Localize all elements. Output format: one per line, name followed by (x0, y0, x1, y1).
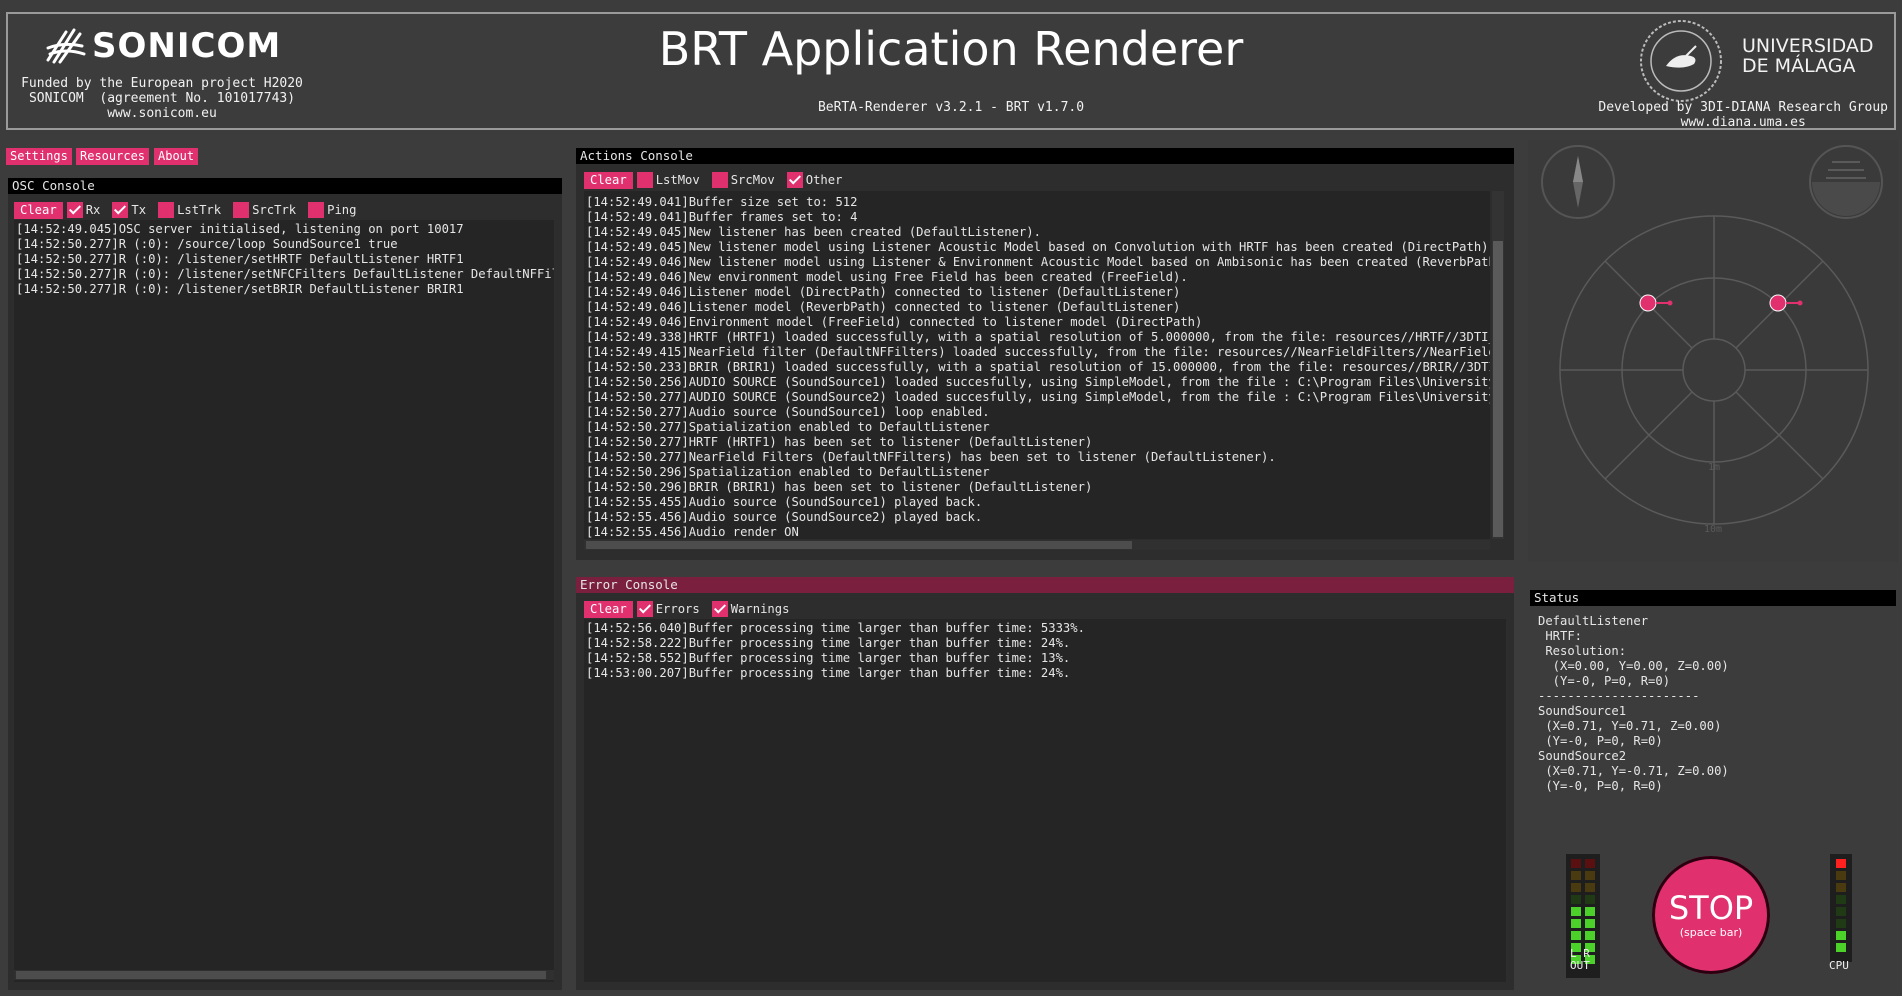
header: SONICOM Funded by the European project H… (6, 12, 1896, 130)
osc-ping-label: Ping (327, 203, 357, 217)
meter-segment (1585, 883, 1595, 892)
university-seal-icon (1640, 20, 1722, 102)
status-text: DefaultListener HRTF: Resolution: (X=0.0… (1538, 614, 1729, 793)
osc-ping-checkbox[interactable] (308, 202, 325, 218)
meter-segment (1571, 919, 1581, 928)
source-marker-soundsource1[interactable] (1639, 294, 1673, 312)
actions-lstmov-checkbox[interactable] (636, 172, 653, 188)
osc-tx-label: Tx (131, 203, 147, 217)
actions-log-text: [14:52:49.041]Buffer size set to: 512 [1… (586, 195, 1490, 539)
meter-segment (1836, 871, 1846, 880)
osc-toolbar: Clear Rx Tx LstTrk SrcTrk Ping (14, 201, 368, 219)
meter-segment (1585, 931, 1595, 940)
osc-console-title: OSC Console (8, 178, 562, 194)
osc-clear-button[interactable]: Clear (14, 201, 63, 219)
actions-hscroll-thumb[interactable] (586, 541, 1132, 549)
error-log-text: [14:52:56.040]Buffer processing time lar… (586, 621, 1085, 680)
meter-segment (1585, 859, 1595, 868)
radar-10m-label: 10m (1704, 524, 1722, 535)
meter-segment (1571, 895, 1581, 904)
about-button[interactable]: About (154, 148, 199, 165)
osc-log[interactable]: [14:52:49.045]OSC server initialised, li… (14, 220, 554, 982)
compass-icon[interactable] (1538, 142, 1618, 222)
university-name: UNIVERSIDAD DE MÁLAGA (1742, 35, 1874, 77)
osc-hscrollbar[interactable] (14, 970, 554, 980)
actions-toolbar: Clear LstMov SrcMov Other (584, 171, 854, 189)
error-clear-button[interactable]: Clear (584, 600, 633, 618)
cpu-level-meter (1836, 859, 1846, 955)
actions-other-checkbox[interactable] (786, 172, 803, 188)
osc-log-text: [14:52:49.045]OSC server initialised, li… (16, 222, 554, 296)
osc-srctrk-checkbox[interactable] (233, 202, 250, 218)
meter-segment (1585, 895, 1595, 904)
settings-button[interactable]: Settings (6, 148, 72, 165)
developed-by: Developed by 3DI-DIANA Research Group ww… (1598, 100, 1888, 130)
status-title: Status (1530, 590, 1896, 606)
osc-rx-checkbox[interactable] (66, 202, 83, 218)
actions-srcmov-label: SrcMov (730, 173, 775, 187)
stop-button[interactable]: STOP (space bar) (1652, 856, 1770, 974)
warnings-label: Warnings (730, 602, 790, 616)
cpu-label: CPU (1829, 959, 1849, 972)
meter-segment (1836, 895, 1846, 904)
meter-segment (1585, 907, 1595, 916)
meter-segment (1836, 907, 1846, 916)
spatial-radar[interactable]: 1m 10m (1556, 212, 1872, 546)
warnings-checkbox[interactable] (711, 601, 728, 617)
meter-lr-label: L R (1570, 947, 1590, 960)
osc-srctrk-label: SrcTrk (252, 203, 297, 217)
meter-segment (1836, 943, 1846, 952)
errors-label: Errors (655, 602, 700, 616)
actions-vscrollbar[interactable] (1492, 191, 1504, 539)
error-log[interactable]: [14:52:56.040]Buffer processing time lar… (584, 619, 1506, 982)
meter-segment (1836, 919, 1846, 928)
error-toolbar: Clear Errors Warnings (584, 600, 801, 618)
errors-checkbox[interactable] (636, 601, 653, 617)
listener-orientation-icon[interactable] (1806, 142, 1886, 222)
error-console-title: Error Console (576, 577, 1514, 593)
actions-clear-button[interactable]: Clear (584, 171, 633, 189)
actions-hscrollbar[interactable] (584, 540, 1490, 550)
osc-lsttrk-checkbox[interactable] (158, 202, 175, 218)
radar-1m-label: 1m (1708, 462, 1720, 473)
meter-segment (1585, 871, 1595, 880)
app-title: BRT Application Renderer (658, 22, 1244, 76)
stop-label: STOP (1668, 889, 1754, 927)
actions-lstmov-label: LstMov (655, 173, 700, 187)
meter-segment (1836, 883, 1846, 892)
resources-button[interactable]: Resources (76, 148, 150, 165)
actions-srcmov-checkbox[interactable] (711, 172, 728, 188)
osc-lsttrk-label: LstTrk (177, 203, 222, 217)
meter-segment (1585, 919, 1595, 928)
stop-hint: (space bar) (1679, 926, 1743, 939)
meter-segment (1571, 883, 1581, 892)
meter-segment (1571, 907, 1581, 916)
actions-console-title: Actions Console (576, 148, 1514, 164)
meter-segment (1836, 859, 1846, 868)
cpu-meter (1830, 854, 1852, 962)
actions-other-label: Other (805, 173, 843, 187)
osc-rx-label: Rx (85, 203, 101, 217)
osc-tx-checkbox[interactable] (112, 202, 129, 218)
osc-hscroll-thumb[interactable] (16, 971, 546, 979)
meter-out-label: OUT (1570, 959, 1590, 972)
meter-segment (1571, 931, 1581, 940)
meter-segment (1836, 931, 1846, 940)
actions-log[interactable]: [14:52:49.041]Buffer size set to: 512 [1… (584, 191, 1490, 539)
actions-vscroll-thumb[interactable] (1493, 241, 1503, 537)
meter-segment (1571, 871, 1581, 880)
meter-segment (1571, 859, 1581, 868)
